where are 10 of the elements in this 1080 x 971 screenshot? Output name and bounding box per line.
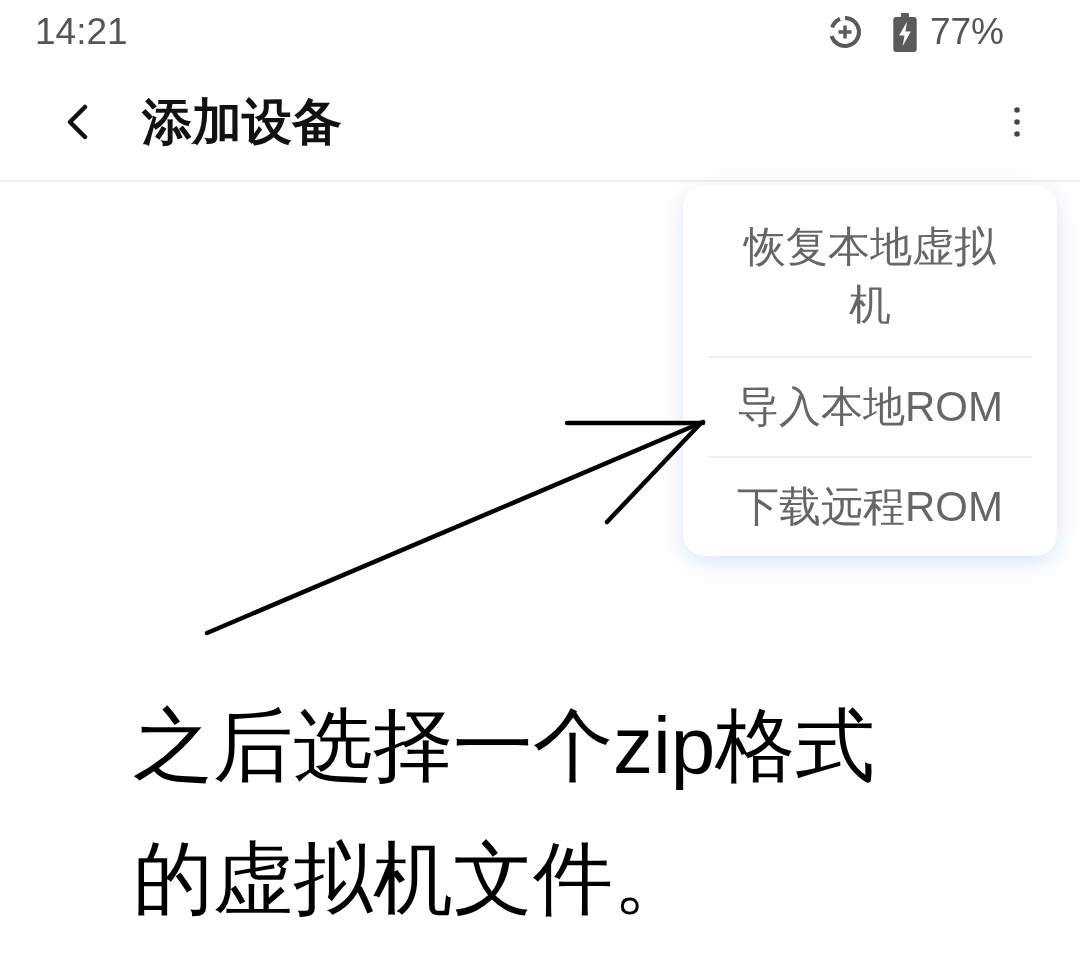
menu-item[interactable]: 恢复本地虚拟机 bbox=[708, 198, 1032, 356]
instruction-text: 之后选择一个zip格式的虚拟机文件。 bbox=[133, 700, 877, 925]
battery-charging-icon bbox=[892, 12, 917, 52]
battery-percentage: 77% bbox=[929, 11, 1004, 53]
menu-item[interactable]: 下载远程ROM bbox=[708, 456, 1032, 556]
more-vertical-icon bbox=[1013, 106, 1021, 138]
back-chevron-icon bbox=[66, 104, 88, 140]
page-title: 添加设备 bbox=[142, 92, 342, 152]
menu-item[interactable]: 导入本地ROM bbox=[708, 356, 1032, 456]
status-time: 14:21 bbox=[35, 11, 128, 53]
